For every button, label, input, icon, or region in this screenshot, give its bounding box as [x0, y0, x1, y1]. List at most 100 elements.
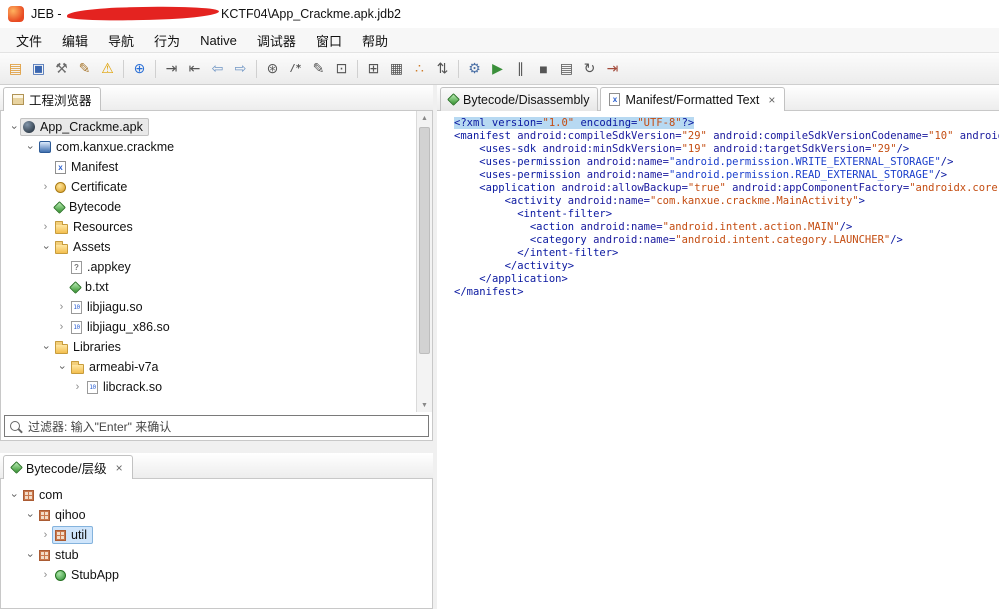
- menu-item-3[interactable]: 导航: [98, 29, 144, 52]
- menu-item-6[interactable]: 调试器: [247, 29, 306, 52]
- tree-item-libjiagu-x86-so[interactable]: › libjiagu_x86.so: [1, 317, 416, 337]
- tree-item-resources[interactable]: › Resources: [1, 217, 416, 237]
- tree-item-assets[interactable]: › Assets: [1, 237, 416, 257]
- chevron-closed-icon[interactable]: ›: [39, 569, 52, 581]
- editor-tabbar: Bytecode/Disassembly Manifest/Formatted T…: [437, 85, 999, 111]
- tree-item-app-crackme-apk[interactable]: › App_Crackme.apk: [1, 117, 416, 137]
- chevron-open-icon[interactable]: ›: [56, 361, 68, 374]
- menu-item-1[interactable]: 文件: [6, 29, 52, 52]
- debug-run-icon[interactable]: ▶: [486, 58, 509, 80]
- hierarchy-tree: › com › qihoo › util › stub › StubApp: [1, 479, 432, 608]
- tree-item-label: qihoo: [55, 508, 86, 522]
- scroll-down-icon[interactable]: ▼: [417, 398, 432, 412]
- tree-item-certificate[interactable]: › Certificate: [1, 177, 416, 197]
- restart-icon[interactable]: ↻: [578, 58, 601, 80]
- menubar: 文件 编辑 导航 行为 Native 调试器 窗口 帮助: [0, 28, 999, 52]
- chevron-open-icon[interactable]: ›: [24, 141, 36, 154]
- scroll-up-icon[interactable]: ▲: [417, 111, 432, 125]
- menu-item-8[interactable]: 帮助: [352, 29, 398, 52]
- chevron-open-icon[interactable]: ›: [24, 509, 36, 522]
- title-suffix: KCTF04\App_Crackme.apk.jdb2: [221, 7, 401, 21]
- tree-item-manifest[interactable]: Manifest: [1, 157, 416, 177]
- gem-icon: [53, 200, 66, 214]
- chevron-closed-icon[interactable]: ›: [39, 221, 52, 233]
- debug-pause-icon[interactable]: ∥: [509, 58, 532, 80]
- tree-item-libraries[interactable]: › Libraries: [1, 337, 416, 357]
- close-icon[interactable]: ×: [767, 93, 776, 107]
- copy-icon[interactable]: ⊡: [330, 58, 353, 80]
- back-icon[interactable]: ⇦: [206, 58, 229, 80]
- class-icon: [55, 569, 66, 581]
- chevron-closed-icon[interactable]: ›: [39, 529, 52, 541]
- project-tree-scrollbar[interactable]: ▲ ▼: [416, 111, 432, 412]
- tree-item-label: Manifest: [71, 160, 119, 174]
- warning-icon[interactable]: ⚠: [96, 58, 119, 80]
- code-line: </intent-filter>: [517, 247, 619, 259]
- menu-item-7[interactable]: 窗口: [306, 29, 352, 52]
- tree-item-libcrack-so[interactable]: › libcrack.so: [1, 377, 416, 397]
- tree-item-armeabi-v7a[interactable]: › armeabi-v7a: [1, 357, 416, 377]
- close-icon[interactable]: ×: [115, 461, 124, 475]
- rename-icon[interactable]: ✎: [307, 58, 330, 80]
- scroll-thumb[interactable]: [419, 127, 430, 354]
- menu-item-5[interactable]: Native: [190, 31, 247, 50]
- jump-out-icon[interactable]: ⇤: [183, 58, 206, 80]
- tree-item--appkey[interactable]: .appkey: [1, 257, 416, 277]
- browser-icon[interactable]: ⊕: [128, 58, 151, 80]
- table-view-icon[interactable]: ⊞: [362, 58, 385, 80]
- memory-icon[interactable]: ▤: [555, 58, 578, 80]
- tree-item-bytecode[interactable]: Bytecode: [1, 197, 416, 217]
- debug-attach-icon[interactable]: ⚙: [463, 58, 486, 80]
- tree-item-libjiagu-so[interactable]: › libjiagu.so: [1, 297, 416, 317]
- tree-item-label: App_Crackme.apk: [40, 120, 143, 134]
- tab-project-browser[interactable]: 工程浏览器: [3, 87, 101, 111]
- menu-item-2[interactable]: 编辑: [52, 29, 98, 52]
- binary-icon: [87, 380, 98, 394]
- code-line: <uses-permission android:name="android.p…: [479, 156, 954, 168]
- tree-item-selection: StubApp: [52, 566, 125, 584]
- chevron-open-icon[interactable]: ›: [8, 121, 20, 134]
- chevron-closed-icon[interactable]: ›: [55, 301, 68, 313]
- decompile-icon[interactable]: ⊛: [261, 58, 284, 80]
- edit-icon[interactable]: ✎: [73, 58, 96, 80]
- apk-icon: [23, 121, 35, 133]
- tree-item-selection: com: [20, 486, 69, 504]
- jeb-window: JEB - KCTF04\App_Crackme.apk.jdb2 文件 编辑 导航…: [0, 0, 999, 609]
- filter-input[interactable]: 过滤器: 输入"Enter" 来确认: [4, 415, 429, 437]
- sort-icon[interactable]: ⇅: [431, 58, 454, 80]
- tools-icon[interactable]: ⚒: [50, 58, 73, 80]
- tab-bytecode-disassembly[interactable]: Bytecode/Disassembly: [440, 87, 599, 111]
- save-icon[interactable]: ▣: [27, 58, 50, 80]
- debug-stop-icon[interactable]: ■: [532, 58, 555, 80]
- menu-item-4[interactable]: 行为: [144, 29, 190, 52]
- tree-item-selection: Bytecode: [52, 198, 127, 216]
- tree-item-b-txt[interactable]: b.txt: [1, 277, 416, 297]
- chevron-open-icon[interactable]: ›: [40, 341, 52, 354]
- cross-refs-icon[interactable]: ∴: [408, 58, 431, 80]
- chevron-closed-icon[interactable]: ›: [39, 181, 52, 193]
- tab-bytecode-hierarchy[interactable]: Bytecode/层级 ×: [3, 455, 133, 479]
- forward-icon[interactable]: ⇨: [229, 58, 252, 80]
- tree-item-util[interactable]: › util: [1, 525, 432, 545]
- chevron-open-icon[interactable]: ›: [40, 241, 52, 254]
- tree-item-stub[interactable]: › stub: [1, 545, 432, 565]
- tab-manifest-formatted-text[interactable]: Manifest/Formatted Text ×: [600, 87, 786, 111]
- toolbar-separator: [256, 59, 257, 78]
- open-icon[interactable]: ▤: [4, 58, 27, 80]
- folder-icon: [55, 340, 68, 354]
- chevron-closed-icon[interactable]: ›: [55, 321, 68, 333]
- comment-icon[interactable]: /*: [284, 58, 307, 80]
- folder-icon: [55, 240, 68, 254]
- tree-item-com-kanxue-crackme[interactable]: › com.kanxue.crackme: [1, 137, 416, 157]
- chevron-open-icon[interactable]: ›: [8, 489, 20, 502]
- code-view[interactable]: <?xml version="1.0" encoding="UTF-8"?> <m…: [437, 111, 999, 609]
- tree-item-qihoo[interactable]: › qihoo: [1, 505, 432, 525]
- detach-icon[interactable]: ⇥: [601, 58, 624, 80]
- tree-item-com[interactable]: › com: [1, 485, 432, 505]
- grid-view-icon[interactable]: ▦: [385, 58, 408, 80]
- tree-item-stubapp[interactable]: › StubApp: [1, 565, 432, 585]
- horizontal-splitter[interactable]: [0, 441, 433, 453]
- jump-in-icon[interactable]: ⇥: [160, 58, 183, 80]
- chevron-closed-icon[interactable]: ›: [71, 381, 84, 393]
- chevron-open-icon[interactable]: ›: [24, 549, 36, 562]
